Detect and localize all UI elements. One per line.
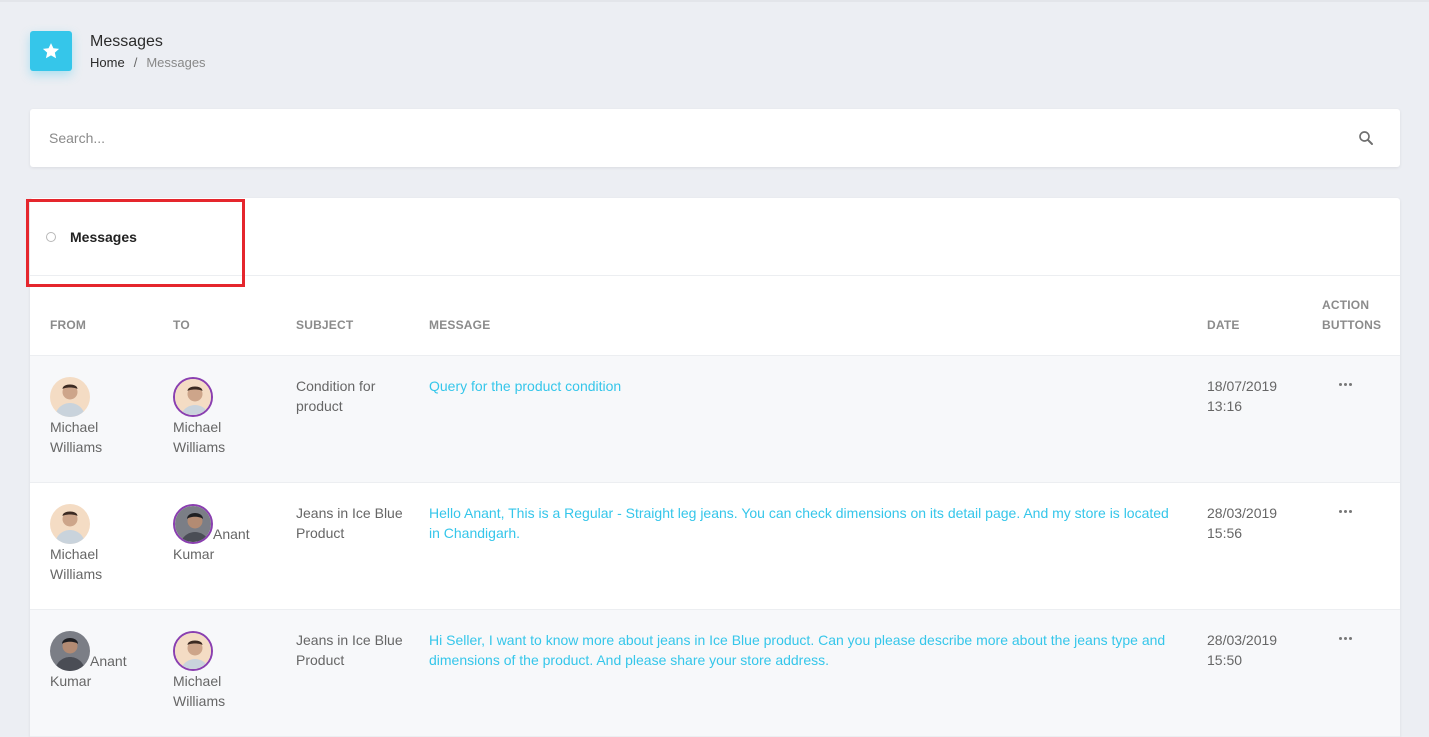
avatar — [173, 631, 213, 671]
message-link[interactable]: Query for the product condition — [429, 376, 1174, 396]
subject-cell: Condition for product — [296, 378, 376, 414]
to-cell: Michael Williams — [173, 377, 273, 457]
date-cell: 28/03/2019 15:50 — [1207, 630, 1297, 670]
table-row[interactable]: Anant Kumar Michael Williams Jeans in Ic… — [30, 610, 1400, 737]
to-name: Michael Williams — [173, 673, 226, 709]
more-actions-icon[interactable] — [1333, 628, 1357, 648]
more-actions-icon[interactable] — [1333, 374, 1357, 394]
date-cell: 18/07/2019 13:16 — [1207, 376, 1297, 416]
to-name: Michael Williams — [173, 419, 226, 455]
table-row[interactable]: Michael Williams Anant Kumar Jeans in Ic… — [30, 483, 1400, 610]
time-value: 15:56 — [1207, 525, 1243, 541]
search-icon[interactable] — [1357, 129, 1375, 147]
column-header-action-line1: ACTION — [1322, 298, 1370, 312]
breadcrumb: Home / Messages — [90, 55, 206, 71]
column-header-action-buttons: ACTION BUTTONS — [1322, 295, 1381, 335]
to-cell: Michael Williams — [173, 631, 273, 711]
avatar — [50, 631, 90, 671]
star-icon — [30, 31, 72, 71]
time-value: 15:50 — [1207, 652, 1243, 668]
search-bar — [30, 109, 1400, 167]
subject-cell: Jeans in Ice Blue Product — [296, 632, 403, 668]
date-value: 28/03/2019 — [1207, 505, 1278, 521]
column-header-to: TO — [173, 318, 190, 332]
to-cell: Anant Kumar — [173, 504, 273, 564]
page-title: Messages — [90, 33, 163, 50]
page-header: Messages Home / Messages — [30, 31, 206, 71]
subject-cell: Jeans in Ice Blue Product — [296, 505, 403, 541]
from-cell: Michael Williams — [50, 377, 150, 457]
breadcrumb-home-link[interactable]: Home — [90, 55, 125, 70]
avatar — [173, 377, 213, 417]
from-cell: Michael Williams — [50, 504, 150, 584]
column-header-date: DATE — [1207, 318, 1240, 332]
breadcrumb-current: Messages — [146, 55, 206, 70]
from-name: Michael Williams — [50, 546, 103, 582]
avatar — [50, 377, 90, 417]
more-actions-icon[interactable] — [1333, 501, 1357, 521]
date-cell: 28/03/2019 15:56 — [1207, 503, 1297, 543]
table-header: FROM TO SUBJECT MESSAGE DATE ACTION BUTT… — [30, 276, 1400, 356]
column-header-subject: SUBJECT — [296, 318, 354, 332]
column-header-message: MESSAGE — [429, 318, 491, 332]
from-cell: Anant Kumar — [50, 631, 150, 691]
date-value: 18/07/2019 — [1207, 378, 1278, 394]
page: Messages Home / Messages Messages FROM TO … — [0, 0, 1429, 737]
highlight-annotation-box — [26, 199, 245, 287]
top-divider — [0, 0, 1429, 2]
avatar — [173, 504, 213, 544]
date-value: 28/03/2019 — [1207, 632, 1278, 648]
column-header-action-line2: BUTTONS — [1322, 318, 1382, 332]
breadcrumb-separator: / — [133, 55, 138, 70]
column-header-from: FROM — [50, 318, 87, 332]
time-value: 13:16 — [1207, 398, 1243, 414]
table-row[interactable]: Michael Williams Michael Williams Condit… — [30, 356, 1400, 483]
message-link[interactable]: Hello Anant, This is a Regular - Straigh… — [429, 503, 1174, 543]
message-link[interactable]: Hi Seller, I want to know more about jea… — [429, 630, 1174, 670]
from-name: Michael Williams — [50, 419, 103, 455]
search-input[interactable] — [49, 109, 1329, 167]
avatar — [50, 504, 90, 544]
